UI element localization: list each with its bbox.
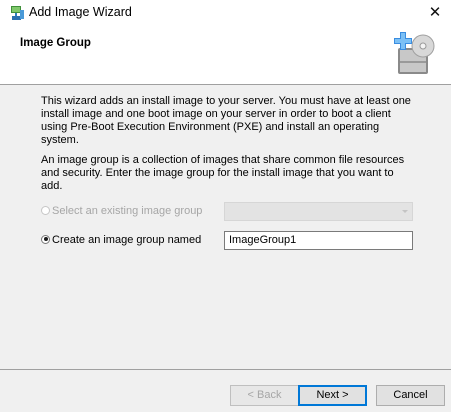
existing-group-select[interactable] — [224, 202, 413, 221]
wizard-window: Add Image Wizard ✕ Image Group This wiza… — [0, 0, 451, 412]
group-name-input[interactable]: ImageGroup1 — [224, 231, 413, 250]
back-button[interactable]: < Back — [230, 385, 299, 406]
close-button[interactable]: ✕ — [419, 0, 451, 25]
page-title: Image Group — [20, 37, 91, 49]
create-group-label: Create an image group named — [52, 234, 202, 246]
existing-group-option[interactable]: Select an existing image group — [41, 204, 202, 218]
chevron-down-icon — [402, 210, 408, 213]
add-image-wizard-icon — [392, 28, 436, 78]
create-group-option[interactable]: Create an image group named — [41, 233, 201, 247]
create-group-radio[interactable] — [41, 234, 50, 244]
wizard-header: Image Group — [0, 25, 451, 85]
next-button[interactable]: Next > — [298, 385, 367, 406]
cancel-button[interactable]: Cancel — [376, 385, 445, 406]
existing-group-radio[interactable] — [41, 205, 50, 215]
image-group-description: An image group is a collection of images… — [41, 154, 405, 192]
title-bar: Add Image Wizard ✕ — [0, 0, 451, 25]
existing-group-label: Select an existing image group — [52, 205, 203, 217]
app-icon — [9, 5, 25, 21]
intro-text: This wizard adds an install image to you… — [41, 95, 411, 146]
footer-divider — [0, 369, 451, 370]
window-title: Add Image Wizard — [29, 5, 132, 19]
